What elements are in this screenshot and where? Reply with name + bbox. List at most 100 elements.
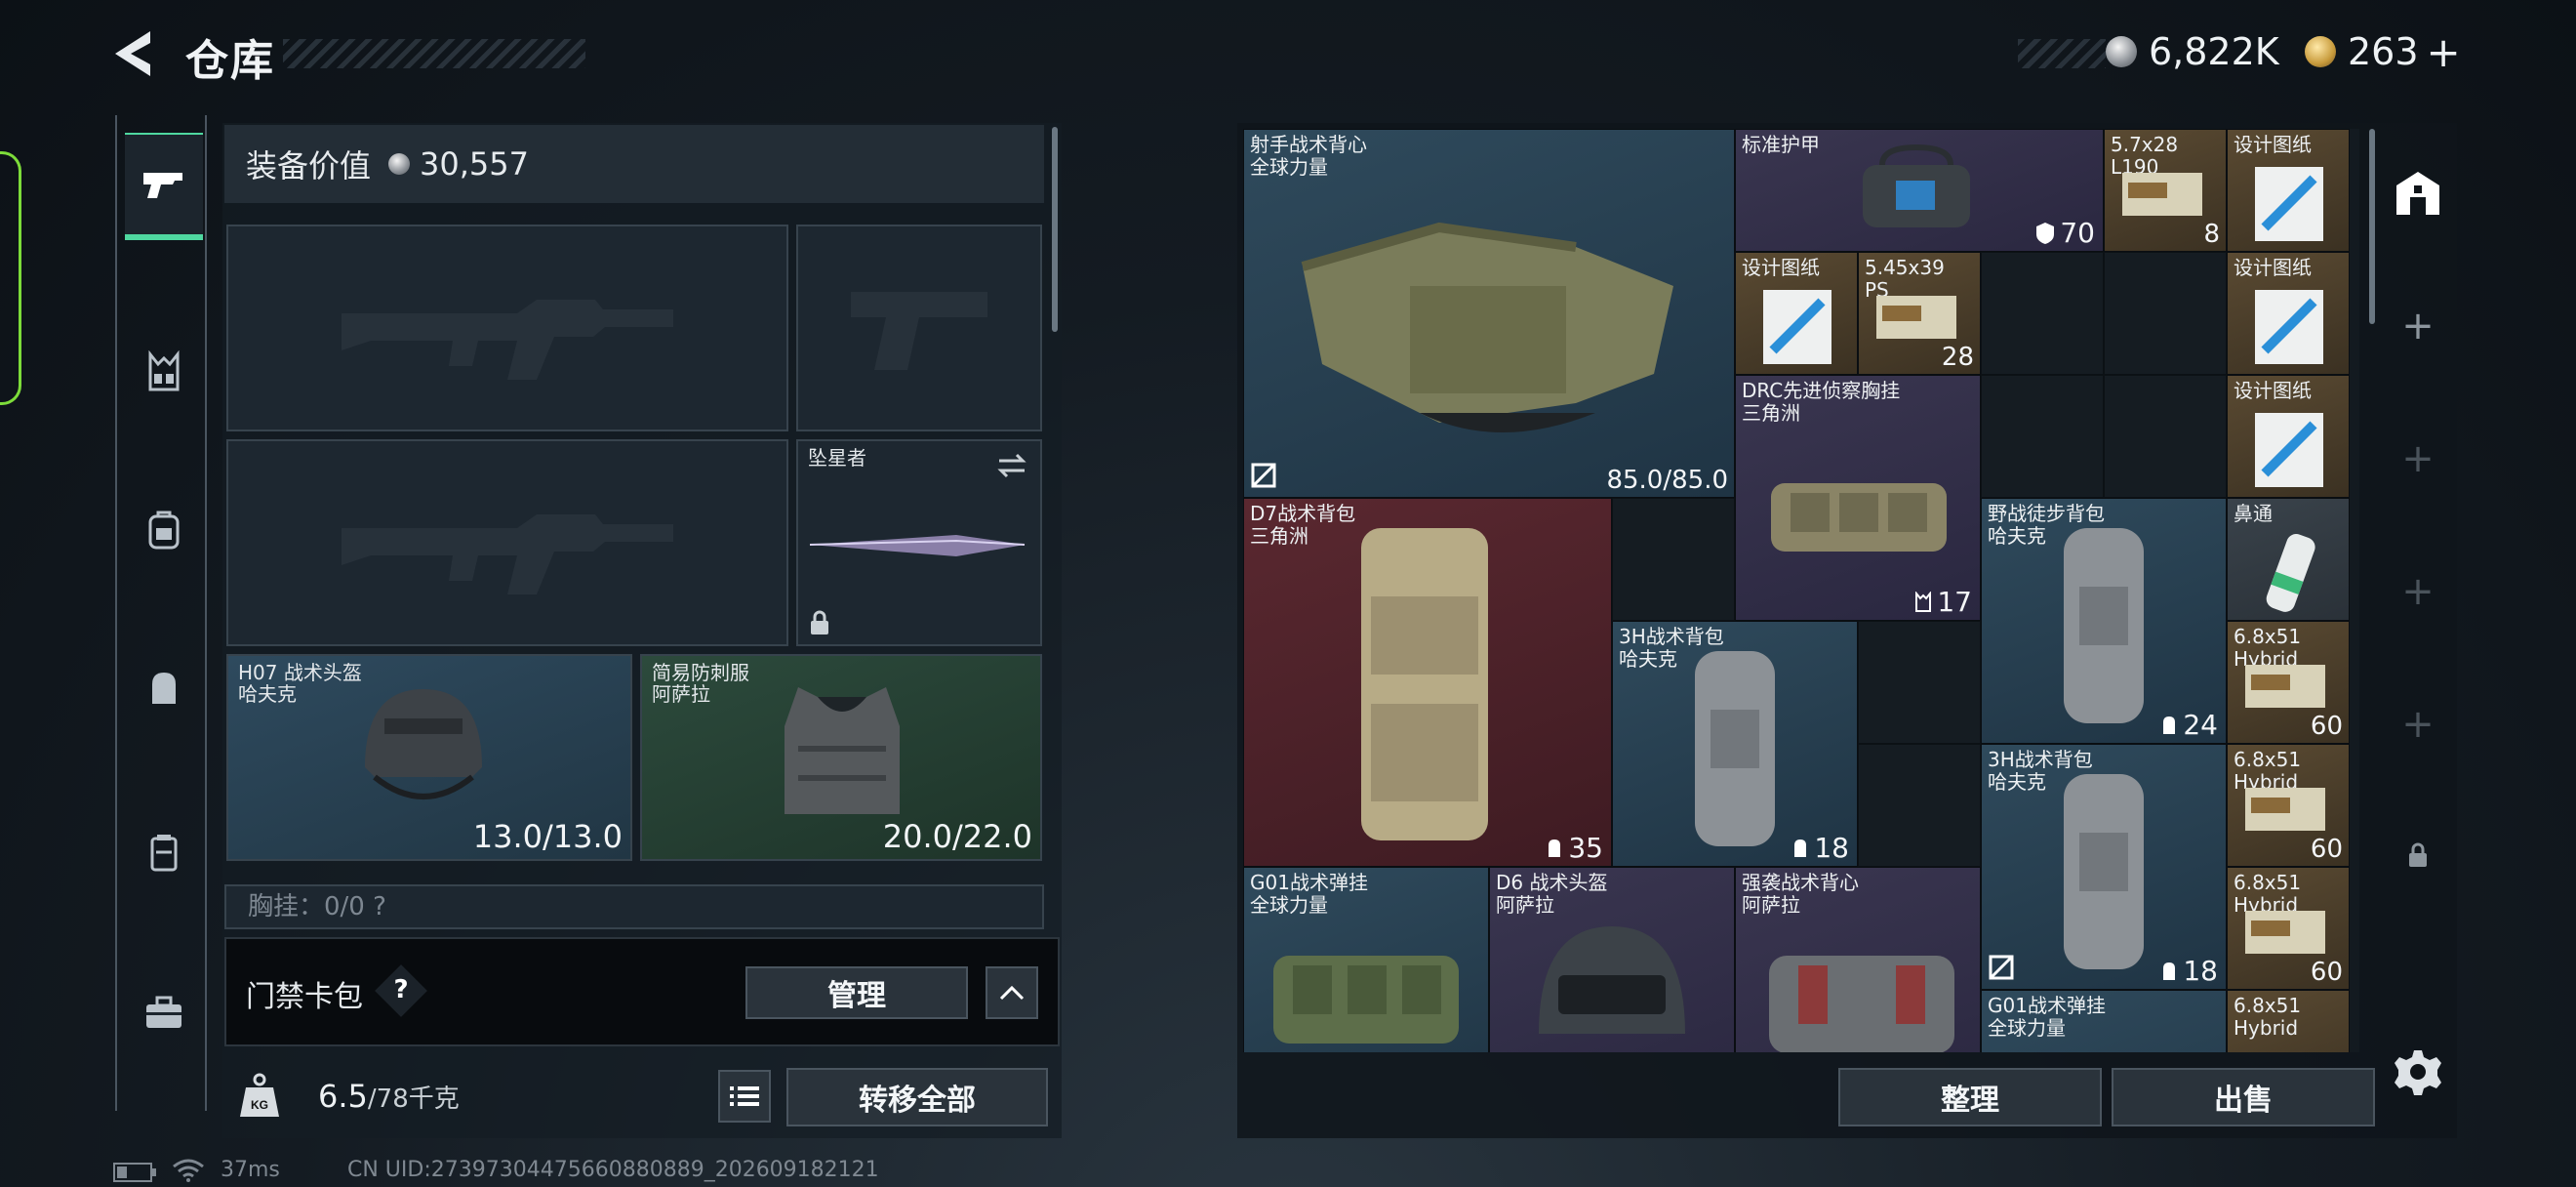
helmet-name-text: H07 战术头盔 [238,661,362,684]
transfer-all-button[interactable]: 转移全部 [786,1068,1048,1126]
chest-rig-slot[interactable]: 胸挂：0/0 ? [224,884,1044,929]
empty-cell[interactable] [2104,252,2227,375]
item-count: 8 [2203,220,2220,249]
blueprint-icon [1763,290,1831,364]
collapse-button[interactable] [986,966,1038,1019]
empty-cell[interactable] [1858,621,1981,744]
side-drawer-handle[interactable] [0,151,21,405]
sell-button[interactable]: 出售 [2112,1068,2375,1126]
inventory-item[interactable]: G01战术弹挂 全球力量 [1981,990,2227,1052]
item-sub: 阿萨拉 [1742,893,1800,917]
inventory-item[interactable]: 设计图纸 [2227,129,2350,252]
chevron-up-icon [999,985,1025,1001]
backpack-small-icon [1794,839,1807,857]
primary-weapon-slot[interactable] [226,225,788,431]
helmet-durability: 13.0/13.0 [472,818,623,855]
item-name: 设计图纸 [1742,256,1820,279]
nav-tab-case[interactable] [125,798,203,906]
capacity-value: 24 [2183,709,2218,741]
add-currency-button[interactable]: + [2427,28,2461,76]
inventory-item[interactable]: 6.8x51 Hybrid 60 [2227,621,2350,744]
chest-rig-small-icon [1915,591,1932,612]
inventory-item[interactable]: G01战术弹挂 全球力量 [1243,867,1489,1052]
item-name-text: 5.7x28 [2111,133,2179,156]
inventory-item[interactable]: 5.45x39 PS 28 [1858,252,1981,375]
nav-tab-toolbox[interactable] [125,959,203,1066]
inventory-item[interactable]: DRC先进侦察胸挂 三角洲 17 [1735,375,1981,621]
item-capacity: 18 [2159,955,2218,987]
inventory-item[interactable]: 6.8x51 Hybrid 60 [2227,744,2350,867]
shield-icon [2036,222,2055,244]
sort-button[interactable]: 整理 [1838,1068,2102,1126]
nav-tab-weapons[interactable] [125,133,203,240]
empty-cell[interactable] [1858,744,1981,867]
empty-cell[interactable] [1612,498,1735,621]
empty-cell[interactable] [1981,375,2104,498]
ammo-box-icon [2122,173,2202,216]
add-stash-tab[interactable]: + [2389,695,2447,754]
inventory-item[interactable]: 6.8x51 Hybrid [2227,990,2350,1052]
inventory-item[interactable]: 鼻通 [2227,498,2350,621]
inventory-item[interactable]: D6 战术头盔 阿萨拉 [1489,867,1735,1052]
melee-slot[interactable]: 坠星者 [796,439,1042,646]
empty-cell[interactable] [1981,252,2104,375]
item-name-text: D6 战术头盔 [1496,871,1608,894]
gold-coin-icon [2305,36,2336,67]
helmet-slot[interactable]: H07 战术头盔 哈夫克 13.0/13.0 [226,654,632,861]
inventory-item[interactable]: 5.7x28 L190 8 [2104,129,2227,252]
nav-tab-pouch[interactable] [125,634,203,742]
item-name-text: 射手战术背心 [1250,133,1367,156]
help-icon[interactable]: ? [382,970,420,1009]
item-name: 射手战术背心 全球力量 [1250,134,1367,179]
pouch-icon [152,673,176,704]
ammo-box-icon [2245,665,2325,708]
item-sub: 三角洲 [1742,401,1800,425]
add-stash-tab[interactable]: + [2389,297,2447,355]
inventory-item[interactable]: 射手战术背心 全球力量 85.0/85.0 [1243,129,1735,498]
inventory-item[interactable]: D7战术背包 三角洲 35 [1243,498,1612,867]
inventory-item[interactable]: 6.8x51 Hybrid 60 [2227,867,2350,990]
inventory-item[interactable]: 3H战术背包 哈夫克 18 [1612,621,1858,867]
manage-button[interactable]: 管理 [745,966,968,1019]
nav-tab-chest-rig[interactable] [125,318,203,426]
empty-cell[interactable] [2104,375,2227,498]
inventory-item[interactable]: 设计图纸 [2227,375,2350,498]
swap-icon[interactable] [995,451,1028,480]
ammo-rig-icon [1273,956,1459,1044]
large-backpack-icon [1361,528,1488,840]
back-button[interactable] [107,27,166,80]
stash-tab[interactable] [2389,166,2447,225]
item-sub: 三角洲 [1250,524,1308,548]
item-count: 60 [2310,712,2343,741]
item-name: DRC先进侦察胸挂 三角洲 [1742,380,1900,425]
inventory-item[interactable]: 设计图纸 [2227,252,2350,375]
no-insure-icon [1251,463,1276,488]
equipment-scrollbar[interactable] [1052,127,1058,332]
nav-tab-backpack[interactable] [125,476,203,584]
inventory-item[interactable]: 标准护甲 70 [1735,129,2104,252]
item-sub: 全球力量 [1250,155,1328,179]
add-stash-tab[interactable]: + [2389,562,2447,621]
inventory-item[interactable]: 野战徒步背包 哈夫克 24 [1981,498,2227,744]
item-name-text: 强袭战术背心 [1742,871,1859,894]
gold-currency[interactable]: 263 + [2305,27,2461,76]
settings-button[interactable] [2393,1046,2443,1097]
locked-stash-tab[interactable] [2389,826,2447,884]
pistol-icon [143,173,182,198]
capacity-value: 35 [1568,832,1603,864]
silver-coin-icon [388,153,411,175]
item-name: 标准护甲 [1742,133,1820,156]
item-durability: 85.0/85.0 [1606,466,1728,495]
inventory-scrollbar[interactable] [2369,129,2375,324]
inventory-item[interactable]: 设计图纸 [1735,252,1858,375]
list-view-button[interactable] [718,1070,771,1123]
inventory-item[interactable]: 3H战术背包 哈夫克 18 [1981,744,2227,990]
list-icon [730,1086,759,1106]
pistol-slot[interactable] [796,225,1042,431]
item-sub: 全球力量 [1988,1016,2066,1040]
briefcase-icon [146,996,181,1028]
inventory-item[interactable]: 强袭战术背心 阿萨拉 [1735,867,1981,1052]
secondary-weapon-slot[interactable] [226,439,788,646]
armor-slot[interactable]: 简易防刺服 阿萨拉 20.0/22.0 [640,654,1042,861]
add-stash-tab[interactable]: + [2389,430,2447,488]
